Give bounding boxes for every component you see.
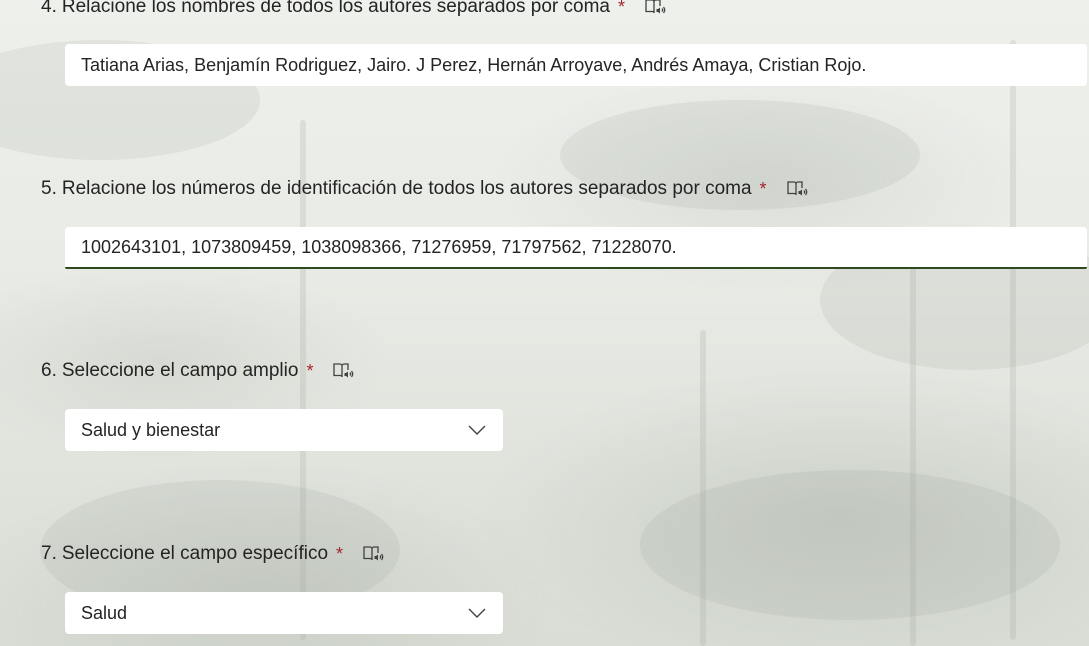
question-label: Relacione los números de identificación … (61, 178, 752, 199)
required-mark: * (759, 179, 767, 199)
immersive-reader-icon[interactable] (331, 360, 355, 382)
question-number: 5. (41, 178, 57, 199)
question-number: 4. (41, 0, 57, 17)
question-5-title: 5. Relacione los números de identificaci… (41, 177, 809, 201)
question-label: Seleccione el campo amplio (61, 360, 299, 381)
question-4-title: 4. Relacione los nombres de todos los au… (41, 0, 667, 19)
question-7-title: 7. Seleccione el campo específico * (41, 542, 385, 566)
required-mark: * (336, 544, 344, 564)
question-6-title: 6. Seleccione el campo amplio * (41, 359, 355, 383)
question-label: Relacione los nombres de todos los autor… (61, 0, 611, 17)
dropdown-selected-value: Salud (81, 602, 128, 623)
authors-names-input[interactable]: Tatiana Arias, Benjamín Rodriguez, Jairo… (65, 44, 1087, 86)
immersive-reader-icon[interactable] (643, 0, 667, 18)
immersive-reader-icon[interactable] (361, 543, 385, 565)
dropdown-selected-value: Salud y bienestar (81, 419, 221, 440)
specific-field-dropdown[interactable]: Salud (65, 592, 503, 634)
question-number: 6. (41, 360, 57, 381)
authors-ids-input[interactable]: 1002643101, 1073809459, 1038098366, 7127… (65, 227, 1087, 269)
question-number: 7. (41, 543, 57, 564)
broad-field-dropdown[interactable]: Salud y bienestar (65, 409, 503, 451)
question-label: Seleccione el campo específico (61, 543, 329, 564)
required-mark: * (618, 0, 626, 17)
chevron-down-icon (467, 424, 487, 436)
immersive-reader-icon[interactable] (785, 178, 809, 200)
required-mark: * (306, 361, 314, 381)
chevron-down-icon (467, 607, 487, 619)
